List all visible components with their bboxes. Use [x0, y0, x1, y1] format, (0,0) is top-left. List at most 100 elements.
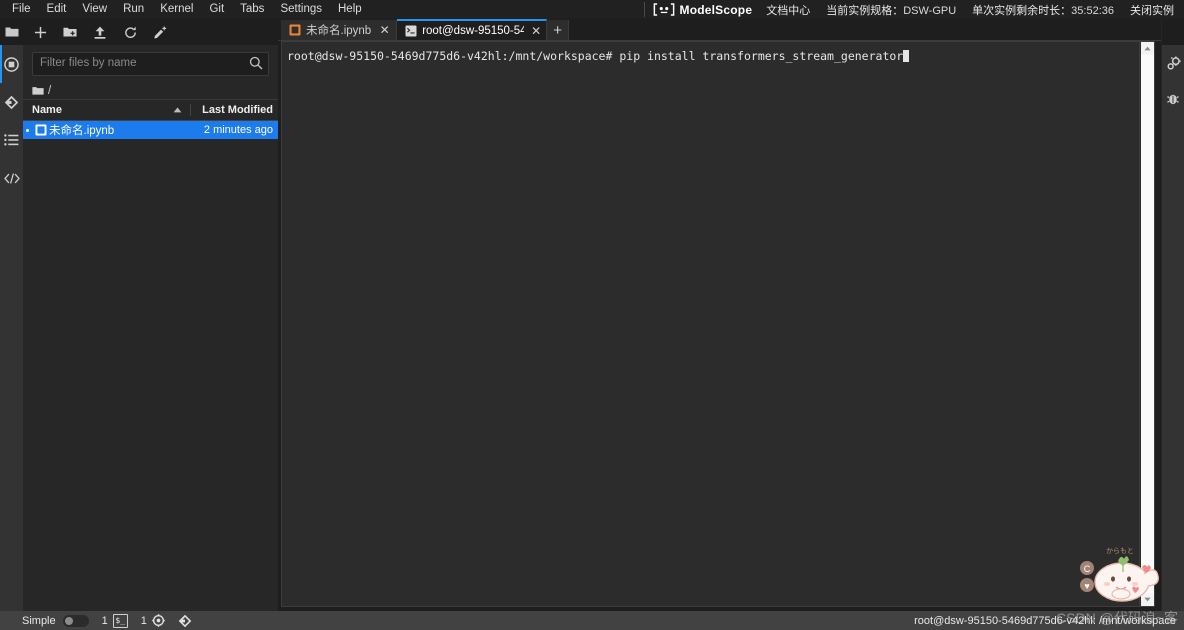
running-terminals-icon [4, 56, 19, 72]
file-filter-wrapper [32, 52, 269, 76]
folder-icon [5, 27, 18, 37]
refresh-icon [124, 26, 136, 38]
instance-info-bar: ModelScope 文档中心 当前实例规格：DSW-GPU 单次实例剩余时长：… [642, 0, 1184, 19]
sidebar-item-git[interactable] [0, 83, 23, 121]
status-bar-path: root@dsw-95150-5469d775d6-v42hl: /mnt/wo… [914, 614, 1176, 627]
menu-item-settings[interactable]: Settings [272, 0, 330, 19]
breadcrumb-root[interactable]: / [48, 85, 51, 97]
filter-files-input[interactable] [33, 53, 268, 73]
breadcrumb[interactable]: / [23, 82, 278, 100]
tab-notebook[interactable]: 未命名.ipynb ✕ [281, 20, 398, 40]
modelscope-logo-icon [653, 3, 674, 16]
menu-item-view[interactable]: View [74, 0, 115, 19]
folder-plus-icon [63, 27, 77, 37]
scrollbar-track[interactable] [1140, 55, 1154, 593]
tab-notebook-label: 未命名.ipynb [306, 25, 372, 37]
paste-icon [154, 26, 167, 38]
divider [643, 2, 645, 17]
right-activity-bar [1161, 19, 1184, 611]
column-header-name-label: Name [32, 104, 62, 116]
terminal-line: root@dsw-95150-5469d775d6-v42hl:/mnt/wor… [287, 49, 1139, 63]
git-icon [4, 95, 19, 109]
file-name-label: 未命名.ipynb [49, 125, 115, 137]
modelscope-brand[interactable]: ModelScope [653, 3, 753, 17]
file-last-modified-label: 2 minutes ago [203, 124, 273, 136]
extension-manager-icon [3, 172, 20, 184]
left-activity-bar [0, 19, 24, 611]
terminal-count-label: 1 [140, 614, 147, 627]
instance-spec-value: DSW-GPU [903, 4, 957, 17]
terminal-command: pip install transformers_stream_generato… [619, 49, 904, 63]
jupyterlab-window: File Edit View Run Kernel Git Tabs Setti… [0, 0, 1184, 630]
terminal-icon [405, 25, 417, 36]
running-indicator-dot [23, 128, 32, 132]
terminal-panel[interactable]: root@dsw-95150-5469d775d6-v42hl:/mnt/wor… [281, 41, 1155, 607]
terminal-scrollbar[interactable] [1139, 42, 1154, 606]
activity-bar-top-folder [0, 19, 23, 45]
menu-item-git[interactable]: Git [201, 0, 232, 19]
file-browser-panel: / Name Last Modified 未命名.ipynb 2 minutes… [23, 19, 279, 611]
instance-time-value: 35:52:36 [1071, 4, 1114, 17]
debugger-icon [1167, 94, 1179, 105]
simple-mode-label: Simple [22, 614, 56, 627]
status-bar: Simple 1 $_ 1 root@dsw-95150-5469d775d6-… [0, 611, 1184, 630]
upload-button[interactable] [85, 19, 115, 45]
notebook-icon [289, 24, 301, 36]
terminal-status[interactable]: 1 [141, 614, 165, 627]
menu-item-edit[interactable]: Edit [39, 0, 75, 19]
sidebar-item-file-browser[interactable] [0, 45, 23, 83]
terminal-icon: $_ [112, 613, 128, 628]
column-header-name[interactable]: Name [23, 104, 190, 116]
menu-item-file[interactable]: File [4, 0, 39, 19]
tab-close-icon[interactable]: ✕ [378, 24, 391, 37]
tab-bar: 未命名.ipynb ✕ root@dsw-95150-5469d775d... … [278, 19, 1162, 41]
scroll-down-arrow-icon[interactable] [1140, 593, 1154, 606]
menu-item-kernel[interactable]: Kernel [152, 0, 201, 19]
git-status[interactable] [178, 614, 192, 628]
column-header-last-modified[interactable]: Last Modified [190, 104, 278, 116]
file-list-item[interactable]: 未命名.ipynb 2 minutes ago [23, 121, 278, 139]
scroll-up-arrow-icon[interactable] [1140, 42, 1154, 55]
plus-icon [34, 26, 46, 38]
sidebar-item-debugger[interactable] [1162, 81, 1184, 117]
menu-item-help[interactable]: Help [330, 0, 370, 19]
modelscope-brand-label: ModelScope [679, 2, 753, 17]
tab-close-icon[interactable]: ✕ [531, 24, 541, 37]
new-tab-button[interactable]: + [547, 20, 570, 40]
main-dock-area: 未命名.ipynb ✕ root@dsw-95150-5469d775d... … [278, 19, 1162, 611]
new-launcher-button[interactable] [25, 19, 55, 45]
instance-spec: 当前实例规格：DSW-GPU [826, 2, 956, 18]
refresh-button[interactable] [115, 19, 145, 45]
close-instance-button[interactable]: 关闭实例 [1130, 2, 1174, 18]
instance-time-label: 单次实例剩余时长： [972, 4, 1072, 17]
kernel-count-label: 1 [101, 614, 108, 627]
kernel-status[interactable]: 1 $_ [101, 613, 128, 628]
terminal-prompt: root@dsw-95150-5469d775d6-v42hl:/mnt/wor… [287, 49, 620, 63]
property-inspector-icon [1167, 56, 1181, 69]
menu-item-run[interactable]: Run [115, 0, 152, 19]
tab-terminal[interactable]: root@dsw-95150-5469d775d... ✕ [397, 19, 548, 40]
table-of-contents-icon [4, 134, 19, 146]
terminal-output[interactable]: root@dsw-95150-5469d775d6-v42hl:/mnt/wor… [282, 42, 1139, 606]
new-folder-button[interactable] [55, 19, 85, 45]
file-browser-toolbar [23, 19, 278, 45]
search-icon[interactable] [249, 56, 263, 70]
docs-center-link[interactable]: 文档中心 [766, 2, 810, 18]
folder-icon [32, 86, 44, 95]
file-list-header: Name Last Modified [23, 100, 278, 121]
gear-icon[interactable] [152, 614, 165, 627]
menu-item-tabs[interactable]: Tabs [232, 0, 272, 19]
upload-icon [94, 26, 106, 39]
status-bar-left: Simple 1 $_ 1 [0, 613, 192, 628]
sidebar-item-extension-manager[interactable] [0, 159, 23, 197]
sidebar-item-table-of-contents[interactable] [0, 121, 23, 159]
new-item-button[interactable] [145, 19, 175, 45]
notebook-icon [32, 124, 49, 136]
tab-terminal-label: root@dsw-95150-5469d775d... [422, 24, 525, 37]
instance-spec-label: 当前实例规格： [826, 4, 904, 17]
sidebar-item-property-inspector[interactable] [1162, 45, 1184, 81]
right-bar-spacer [1162, 19, 1184, 45]
simple-mode-toggle[interactable] [62, 614, 89, 627]
git-icon [178, 614, 192, 627]
sort-ascending-icon [173, 107, 182, 113]
